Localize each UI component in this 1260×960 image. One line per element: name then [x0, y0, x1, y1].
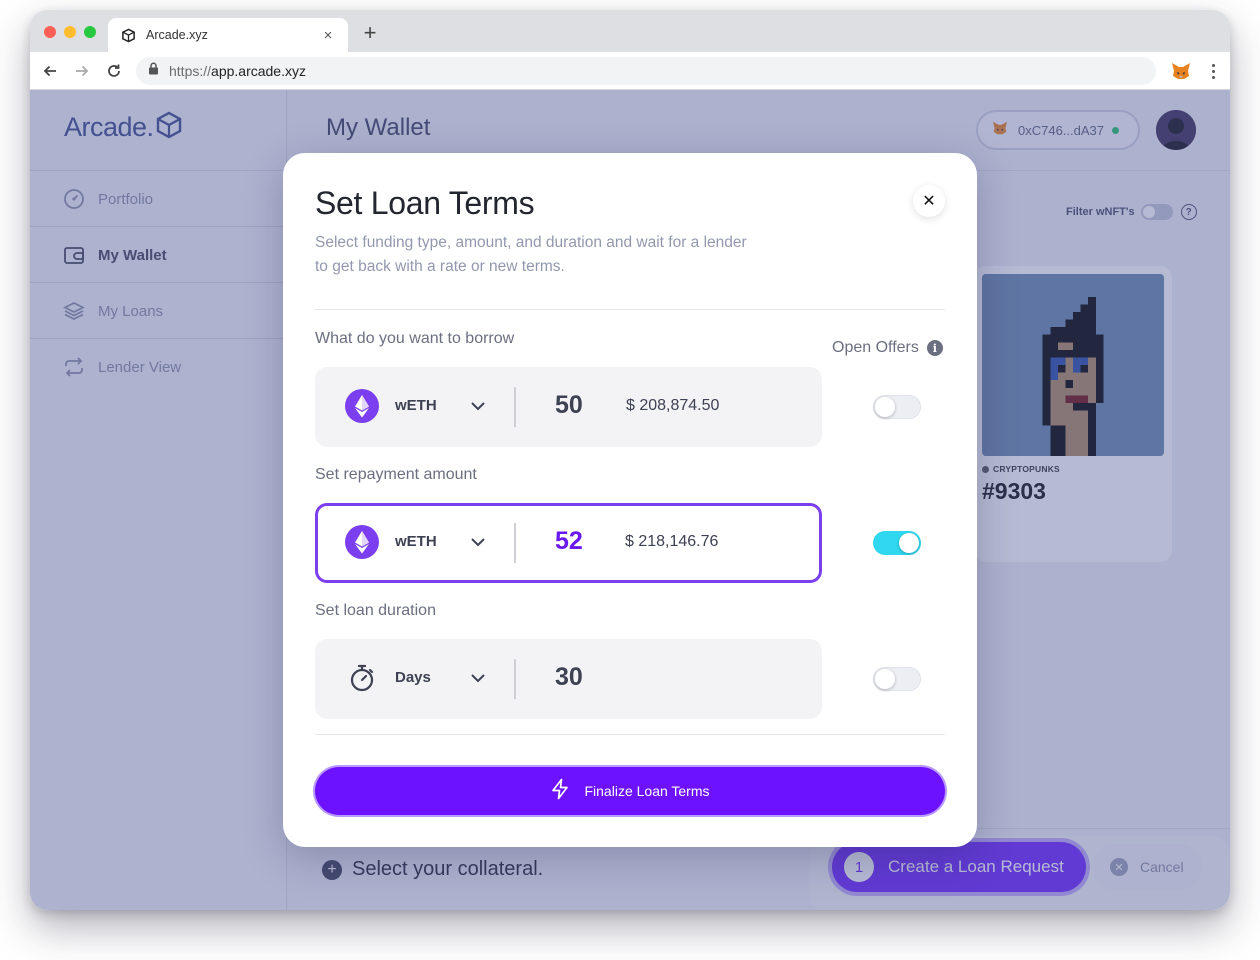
toggle-knob	[899, 533, 919, 553]
maximize-window-button[interactable]	[84, 26, 96, 38]
ethereum-icon	[345, 389, 379, 423]
reload-icon[interactable]	[104, 61, 124, 81]
modal-divider	[315, 734, 945, 735]
forward-arrow-icon[interactable]	[72, 61, 92, 81]
finalize-loan-terms-button[interactable]: Finalize Loan Terms	[315, 767, 945, 815]
duration-value[interactable]: 30	[555, 663, 583, 692]
chevron-down-icon[interactable]	[469, 669, 487, 687]
info-icon[interactable]: i	[926, 340, 943, 356]
tab-title: Arcade.xyz	[146, 28, 208, 42]
browser-tab[interactable]: Arcade.xyz ×	[108, 18, 348, 52]
borrow-label: What do you want to borrow	[315, 330, 515, 347]
lightning-icon	[550, 778, 570, 805]
minimize-window-button[interactable]	[64, 26, 76, 38]
tab-close-icon[interactable]: ×	[320, 27, 336, 44]
borrow-amount-field[interactable]: wETH 50 $ 208,874.50	[315, 367, 822, 447]
open-offers-header: Open Offers i	[832, 339, 943, 357]
duration-label: Set loan duration	[315, 602, 436, 619]
address-bar[interactable]: https://app.arcade.xyz	[136, 57, 1156, 85]
repayment-open-offer-toggle[interactable]	[873, 531, 921, 555]
arcade-favicon-icon	[120, 27, 136, 43]
open-offers-label: Open Offers	[832, 339, 919, 356]
token-selector-label[interactable]: wETH	[395, 533, 437, 550]
toggle-knob	[875, 397, 895, 417]
toggle-knob	[875, 669, 895, 689]
stopwatch-icon	[345, 661, 379, 695]
url-text: https://app.arcade.xyz	[169, 63, 306, 79]
set-loan-terms-modal: Set Loan Terms ✕ Select funding type, am…	[283, 153, 977, 847]
close-window-button[interactable]	[44, 26, 56, 38]
field-separator	[514, 523, 516, 563]
lock-icon	[148, 62, 159, 80]
tab-strip: Arcade.xyz × +	[30, 10, 1230, 52]
chevron-down-icon[interactable]	[469, 533, 487, 551]
browser-menu-icon[interactable]	[1206, 61, 1220, 81]
metamask-extension-icon[interactable]	[1170, 61, 1192, 81]
chevron-down-icon[interactable]	[469, 397, 487, 415]
browser-toolbar: https://app.arcade.xyz	[30, 52, 1230, 90]
duration-field[interactable]: Days 30	[315, 639, 822, 719]
field-separator	[514, 387, 516, 427]
modal-title: Set Loan Terms	[315, 185, 535, 221]
duration-unit-selector[interactable]: Days	[395, 669, 431, 686]
repayment-amount-field[interactable]: wETH 52 $ 218,146.76	[315, 503, 822, 583]
repayment-label: Set repayment amount	[315, 466, 477, 483]
close-icon[interactable]: ✕	[913, 185, 945, 217]
modal-subtitle: Select funding type, amount, and duratio…	[315, 234, 747, 275]
field-separator	[514, 659, 516, 699]
window-controls	[44, 26, 96, 38]
borrow-usd-value: $ 208,874.50	[626, 397, 720, 414]
borrow-amount-value[interactable]: 50	[555, 391, 583, 420]
ethereum-icon	[345, 525, 379, 559]
repayment-amount-value[interactable]: 52	[555, 527, 583, 556]
duration-open-offer-toggle[interactable]	[873, 667, 921, 691]
browser-window: Arcade.xyz × + https://app.arcade.xyz Ar…	[30, 10, 1230, 910]
new-tab-button[interactable]: +	[360, 22, 380, 44]
token-selector-label[interactable]: wETH	[395, 397, 437, 414]
borrow-open-offer-toggle[interactable]	[873, 395, 921, 419]
repayment-usd-value: $ 218,146.76	[625, 533, 719, 550]
modal-divider	[315, 309, 945, 310]
back-arrow-icon[interactable]	[40, 61, 60, 81]
finalize-label: Finalize Loan Terms	[584, 783, 710, 799]
